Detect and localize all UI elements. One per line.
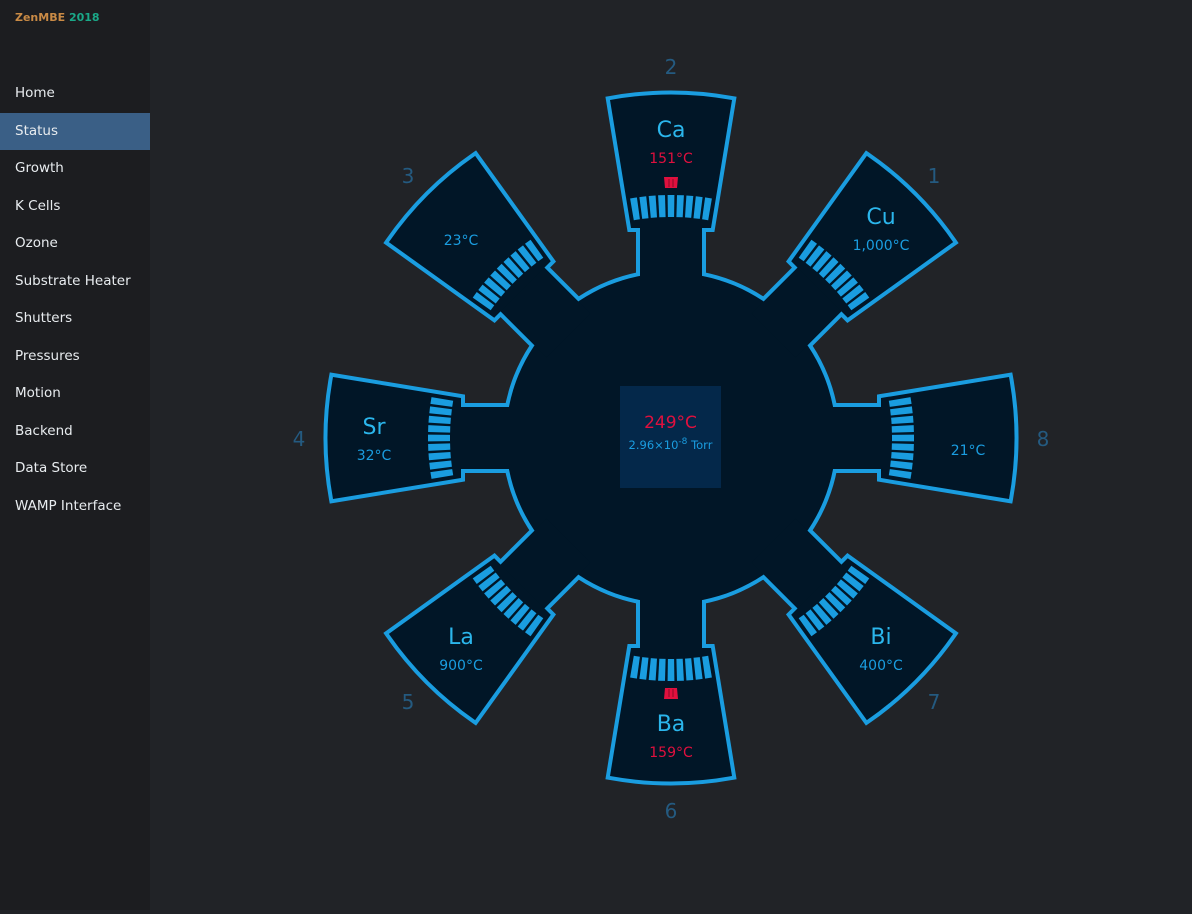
port-neck [816, 407, 886, 469]
port-element-label: Sr [362, 415, 386, 440]
pressure-mantissa: 2.96×10 [628, 437, 679, 452]
sidebar-item-substrate-heater[interactable]: Substrate Heater [0, 263, 150, 301]
power-bar-segment [428, 425, 451, 433]
port-temperature: 400°C [859, 658, 903, 674]
port-4-indicators [428, 397, 454, 479]
port-temperature: 21°C [951, 443, 986, 459]
port-neck [640, 223, 702, 293]
port-number-label: 6 [665, 799, 678, 823]
sidebar-item-wamp-interface[interactable]: WAMP Interface [0, 488, 150, 526]
sidebar-item-home[interactable]: Home [0, 75, 150, 113]
port-number-label: 1 [928, 164, 941, 188]
substrate-temperature: 249°C [644, 413, 697, 433]
chamber-pressure: 2.96×10-8 Torr [620, 437, 721, 452]
port-temperature: 159°C [649, 745, 693, 761]
power-bar-segment [667, 659, 675, 681]
port-element-label: Cu [866, 205, 895, 230]
pressure-exponent: -8 [678, 437, 688, 447]
sidebar-item-pressures[interactable]: Pressures [0, 338, 150, 376]
power-bar-segment [428, 434, 450, 442]
port-temperature: 900°C [439, 658, 483, 674]
power-bar-segment [658, 195, 666, 218]
app-year: 2018 [68, 11, 100, 24]
app-logo: ZenMBE 2018 [15, 11, 100, 24]
port-number-label: 8 [1037, 427, 1050, 451]
port-number-label: 4 [293, 427, 306, 451]
power-bar-segment [892, 434, 914, 442]
power-bar-segment [667, 195, 675, 217]
port-3-readout[interactable]: 23°C [444, 233, 479, 249]
pressure-unit: Torr [691, 437, 713, 452]
sidebar-item-ozone[interactable]: Ozone [0, 225, 150, 263]
port-element-label: La [448, 625, 474, 650]
sidebar-item-status[interactable]: Status [0, 112, 150, 150]
port-neck [640, 583, 702, 653]
port-number-label: 3 [402, 164, 415, 188]
port-8-readout[interactable]: 21°C [951, 443, 986, 459]
port-temperature: 1,000°C [853, 238, 910, 254]
fill-port-8 [816, 377, 1015, 499]
sidebar-item-shutters[interactable]: Shutters [0, 300, 150, 338]
chamber-status-box: 249°C 2.96×10-8 Torr [620, 386, 721, 488]
power-bar-segment [658, 658, 666, 681]
power-bar-segment [676, 658, 684, 681]
port-temperature: 151°C [649, 151, 693, 167]
app-title: ZenMBE [15, 11, 66, 24]
port-number-label: 5 [402, 690, 415, 714]
shutter-open-icon [664, 688, 678, 699]
fill-port-4 [327, 377, 526, 499]
port-number-label: 2 [665, 55, 678, 79]
port-8-indicators [888, 397, 914, 479]
sidebar-item-k-cells[interactable]: K Cells [0, 188, 150, 226]
power-bar-segment [428, 443, 451, 451]
nav-menu: Home Status Growth K Cells Ozone Substrate He… [0, 75, 150, 525]
port-number-label: 7 [928, 690, 941, 714]
power-bar-segment [891, 443, 914, 451]
power-bar-segment [891, 425, 914, 433]
sidebar-item-backend[interactable]: Backend [0, 413, 150, 451]
port-temperature: 23°C [444, 233, 479, 249]
sidebar-item-motion[interactable]: Motion [0, 375, 150, 413]
port-neck [456, 407, 526, 469]
port-element-label: Ca [657, 118, 686, 143]
power-bar-segment [676, 195, 684, 218]
sidebar-item-growth[interactable]: Growth [0, 150, 150, 188]
port-element-label: Bi [870, 625, 891, 650]
sidebar-item-data-store[interactable]: Data Store [0, 450, 150, 488]
port-element-label: Ba [657, 712, 686, 737]
port-temperature: 32°C [357, 448, 392, 464]
shutter-open-icon [664, 177, 678, 188]
sidebar: ZenMBE 2018 Home Status Growth K Cells Ozone… [0, 0, 150, 910]
